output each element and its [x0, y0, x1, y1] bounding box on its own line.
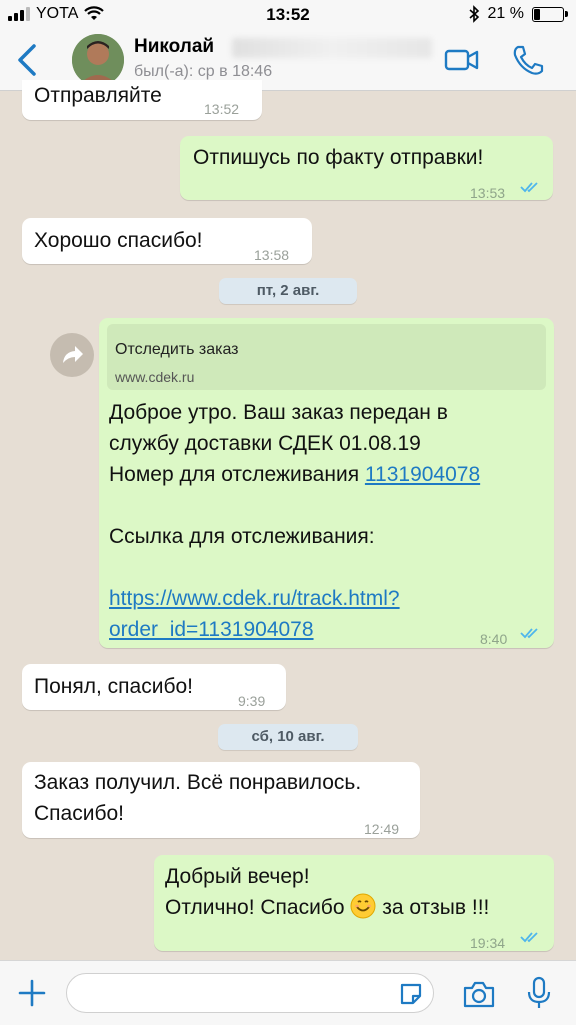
link-preview[interactable]: Отследить заказ www.cdek.ru	[107, 324, 546, 390]
link-preview-url: www.cdek.ru	[115, 369, 195, 385]
date-separator: сб, 10 авг.	[218, 724, 358, 750]
name-redaction	[232, 38, 432, 58]
message-line: Спасибо!	[34, 802, 124, 825]
forward-icon	[63, 346, 83, 363]
message-outgoing-link[interactable]: Отследить заказ www.cdek.ru Доброе утро.…	[99, 318, 554, 648]
message-text: Отправляйте	[34, 84, 162, 107]
message-text: Добрый вечер! Отлично! Спасибо за отзыв …	[165, 861, 489, 923]
avatar[interactable]	[72, 34, 124, 86]
bluetooth-icon	[469, 5, 479, 23]
message-line: службу доставки СДЕК 01.08.19	[109, 432, 421, 455]
message-incoming[interactable]: Понял, спасибо! 9:39	[22, 664, 286, 710]
message-line-text: за отзыв !!!	[376, 896, 490, 919]
message-line: Отлично! Спасибо за отзыв !!!	[165, 892, 489, 923]
message-time: 19:34	[470, 935, 506, 951]
message-time: 12:49	[364, 821, 400, 837]
status-bar: YOTA 13:52 21 %	[0, 0, 576, 30]
input-bar	[0, 960, 576, 1025]
message-incoming[interactable]: Отправляйте 13:52	[22, 80, 262, 120]
message-line-text: Номер для отслеживания	[109, 463, 365, 486]
message-text: Отпишусь по факту отправки!	[193, 146, 484, 169]
message-incoming[interactable]: Хорошо спасибо! 13:58	[22, 218, 312, 264]
message-line: Доброе утро. Ваш заказ передан в	[109, 401, 448, 424]
double-check-icon	[520, 628, 538, 639]
message-line: Номер для отслеживания 1131904078	[109, 459, 480, 490]
double-check-icon	[520, 932, 538, 943]
video-call-icon[interactable]	[444, 44, 480, 76]
message-line: Добрый вечер!	[165, 865, 310, 888]
message-text: Заказ получил. Всё понравилось. Спасибо!	[34, 767, 361, 829]
message-line: Заказ получил. Всё понравилось.	[34, 771, 362, 794]
message-time: 9:39	[238, 693, 266, 709]
double-check-icon	[520, 182, 538, 193]
plus-icon[interactable]	[16, 977, 48, 1009]
phone-icon[interactable]	[510, 44, 546, 76]
link-preview-title: Отследить заказ	[115, 341, 239, 358]
message-text: Доброе утро. Ваш заказ передан в службу …	[109, 397, 480, 645]
tracking-number-link[interactable]: 1131904078	[365, 463, 480, 486]
back-icon[interactable]	[12, 42, 44, 78]
battery-percent: 21 %	[487, 5, 524, 22]
status-right: 21 %	[468, 5, 568, 23]
message-time: 13:53	[470, 185, 506, 201]
tracking-url-link[interactable]: https://www.cdek.ru/track.html?	[109, 583, 480, 614]
smile-emoji-icon	[350, 893, 376, 919]
message-incoming[interactable]: Заказ получил. Всё понравилось. Спасибо!…	[22, 762, 420, 838]
mic-icon[interactable]	[526, 976, 552, 1010]
camera-icon[interactable]	[462, 979, 496, 1009]
message-time: 8:40	[480, 631, 508, 647]
message-time: 13:52	[204, 101, 240, 117]
forward-button[interactable]	[50, 333, 94, 377]
message-time: 13:58	[254, 247, 290, 263]
date-separator: пт, 2 авг.	[219, 278, 357, 304]
message-text: Хорошо спасибо!	[34, 229, 203, 252]
message-outgoing[interactable]: Отпишусь по факту отправки! 13:53	[180, 136, 553, 201]
tracking-url-link-cont[interactable]: order_id=1131904078	[109, 614, 480, 645]
sticker-icon[interactable]	[398, 981, 424, 1007]
contact-name[interactable]: Николай	[134, 36, 214, 58]
contact-last-seen: был(-а): ср в 18:46	[134, 63, 273, 80]
message-text: Понял, спасибо!	[34, 675, 193, 698]
message-line: Ссылка для отслеживания:	[109, 525, 375, 548]
message-outgoing[interactable]: Добрый вечер! Отлично! Спасибо за отзыв …	[154, 855, 554, 951]
battery-icon	[532, 6, 568, 22]
message-line-text: Отлично! Спасибо	[165, 896, 351, 919]
message-input[interactable]	[66, 973, 434, 1013]
